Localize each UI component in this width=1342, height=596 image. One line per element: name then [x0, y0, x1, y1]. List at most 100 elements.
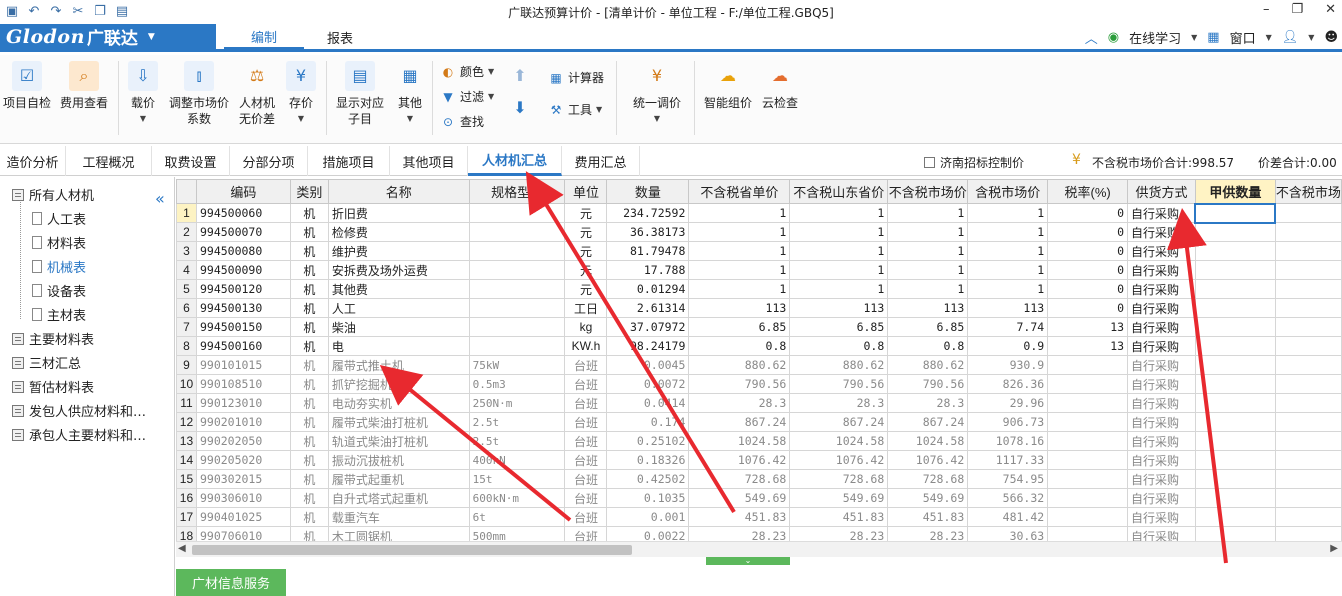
- table-cell[interactable]: [1047, 507, 1129, 527]
- table-cell[interactable]: 自行采购: [1127, 260, 1196, 280]
- table-cell[interactable]: 549.69: [789, 488, 889, 508]
- table-cell[interactable]: 机: [289, 450, 329, 470]
- table-cell[interactable]: 自行采购: [1127, 317, 1196, 337]
- table-row[interactable]: 8 994500160 机电 KW.h 98.24179 0.8 0.8 0.8 0.9 13 自行…: [176, 336, 1342, 356]
- table-cell[interactable]: [1047, 526, 1129, 541]
- table-row[interactable]: 14 990205020 机振动沉拔桩机 400kN 台班 0.18326 1076.42 1…: [176, 450, 1342, 470]
- table-cell[interactable]: 13: [1047, 317, 1129, 337]
- table-cell[interactable]: 451.83: [688, 507, 791, 527]
- tab-project-overview[interactable]: 工程概况: [66, 146, 152, 176]
- table-cell[interactable]: 载重汽车: [327, 507, 470, 527]
- table-cell[interactable]: 台班: [564, 526, 608, 541]
- table-cell[interactable]: 754.95: [967, 469, 1049, 489]
- table-cell[interactable]: 元: [564, 279, 608, 299]
- table-cell[interactable]: 台班: [564, 488, 608, 508]
- table-cell[interactable]: 994500130: [195, 298, 291, 318]
- table-cell[interactable]: 自行采购: [1127, 241, 1196, 261]
- table-row[interactable]: 4 994500090 机安拆费及场外运费元 17.788 1 1 1 1 0 自行采购: [176, 260, 1342, 280]
- table-row[interactable]: 15 990302015 机履带式起重机 15t 台班 0.42502 728.68 728.…: [176, 469, 1342, 489]
- table-cell[interactable]: 自升式塔式起重机: [327, 488, 470, 508]
- table-cell[interactable]: 1: [887, 203, 969, 223]
- table-cell[interactable]: 0: [1047, 260, 1129, 280]
- table-cell[interactable]: 自行采购: [1127, 507, 1196, 527]
- table-cell[interactable]: 1076.42: [789, 450, 889, 470]
- table-cell[interactable]: 1076.42: [688, 450, 791, 470]
- row-number[interactable]: 7: [176, 317, 197, 337]
- row-number[interactable]: 14: [176, 450, 197, 470]
- table-cell[interactable]: 维护费: [327, 241, 470, 261]
- table-cell[interactable]: [1274, 222, 1342, 242]
- table-cell[interactable]: 工日: [564, 298, 608, 318]
- table-cell[interactable]: 机: [289, 393, 329, 413]
- table-cell[interactable]: 113: [887, 298, 969, 318]
- scroll-left-icon[interactable]: ◀: [178, 543, 186, 554]
- column-header[interactable]: 不含税市场: [1274, 179, 1342, 204]
- table-cell[interactable]: 2.61314: [606, 298, 690, 318]
- chevron-down-icon[interactable]: ▼: [1191, 33, 1197, 42]
- table-cell[interactable]: 履带式柴油打桩机: [327, 412, 470, 432]
- table-cell[interactable]: 1: [789, 260, 889, 280]
- table-cell[interactable]: [468, 260, 566, 280]
- tree-item-main-material[interactable]: 主材表: [32, 305, 86, 324]
- table-cell[interactable]: [1274, 260, 1342, 280]
- table-cell[interactable]: 人工: [327, 298, 470, 318]
- table-cell[interactable]: [1194, 279, 1276, 299]
- table-cell[interactable]: 机: [289, 488, 329, 508]
- table-cell[interactable]: [1194, 450, 1276, 470]
- table-cell[interactable]: 元: [564, 241, 608, 261]
- restore-icon[interactable]: ❐: [1291, 2, 1303, 17]
- table-cell[interactable]: 0.18326: [606, 450, 690, 470]
- row-number[interactable]: 8: [176, 336, 197, 356]
- row-number[interactable]: 10: [176, 374, 197, 394]
- table-cell[interactable]: 28.23: [789, 526, 889, 541]
- table-cell[interactable]: 113: [688, 298, 791, 318]
- table-cell[interactable]: 2.5t: [468, 431, 566, 451]
- row-number[interactable]: 11: [176, 393, 197, 413]
- table-cell[interactable]: 自行采购: [1127, 450, 1196, 470]
- other-button[interactable]: ▦ 其他 ▼: [392, 61, 428, 127]
- table-cell[interactable]: 1: [887, 241, 969, 261]
- tab-cost-analysis[interactable]: 造价分析: [0, 146, 66, 176]
- table-cell[interactable]: 0.0022: [606, 526, 690, 541]
- table-cell[interactable]: 柴油: [327, 317, 470, 337]
- table-cell[interactable]: 250N·m: [468, 393, 566, 413]
- table-cell[interactable]: 930.9: [967, 355, 1049, 375]
- column-header[interactable]: [176, 179, 197, 204]
- table-cell[interactable]: [1047, 374, 1129, 394]
- table-cell[interactable]: 0.9: [967, 336, 1049, 356]
- table-cell[interactable]: 75kW: [468, 355, 566, 375]
- table-cell[interactable]: [1194, 507, 1276, 527]
- table-cell[interactable]: 994500150: [195, 317, 291, 337]
- table-cell[interactable]: 113: [967, 298, 1049, 318]
- column-header[interactable]: 税率(%): [1047, 179, 1129, 204]
- table-cell[interactable]: 30.63: [967, 526, 1049, 541]
- table-cell[interactable]: 28.23: [688, 526, 791, 541]
- table-cell[interactable]: 0.42502: [606, 469, 690, 489]
- table-row[interactable]: 6 994500130 机人工 工日 2.61314 113 113 113 113 0 自行采购: [176, 298, 1342, 318]
- table-cell[interactable]: 2.5t: [468, 412, 566, 432]
- table-cell[interactable]: kg: [564, 317, 608, 337]
- table-cell[interactable]: 1: [688, 241, 791, 261]
- table-cell[interactable]: 0.8: [887, 336, 969, 356]
- table-cell[interactable]: 29.96: [967, 393, 1049, 413]
- row-number[interactable]: 13: [176, 431, 197, 451]
- assistant-icon[interactable]: ☻: [1324, 30, 1338, 45]
- table-cell[interactable]: 木工圆锯机: [327, 526, 470, 541]
- table-cell[interactable]: 28.3: [887, 393, 969, 413]
- table-row[interactable]: 11 990123010 机电动夯实机 250N·m 台班 0.0414 28.3 28.3 2…: [176, 393, 1342, 413]
- column-header[interactable]: 规格型号: [468, 179, 566, 204]
- show-sub-items-button[interactable]: ▤ 显示对应 子目: [332, 61, 388, 127]
- table-cell[interactable]: 机: [289, 260, 329, 280]
- table-cell[interactable]: 880.62: [789, 355, 889, 375]
- table-cell[interactable]: 机: [289, 469, 329, 489]
- table-cell[interactable]: 振动沉拔桩机: [327, 450, 470, 470]
- table-cell[interactable]: 1: [887, 260, 969, 280]
- table-cell[interactable]: [1274, 469, 1342, 489]
- table-cell[interactable]: [1274, 298, 1342, 318]
- collapse-sidebar-icon[interactable]: «: [155, 189, 165, 208]
- table-cell[interactable]: [1274, 241, 1342, 261]
- table-cell[interactable]: 990205020: [195, 450, 291, 470]
- row-number[interactable]: 6: [176, 298, 197, 318]
- table-cell[interactable]: [1194, 488, 1276, 508]
- adjust-market-coef-button[interactable]: ⫾ 调整市场价 系数: [166, 61, 232, 127]
